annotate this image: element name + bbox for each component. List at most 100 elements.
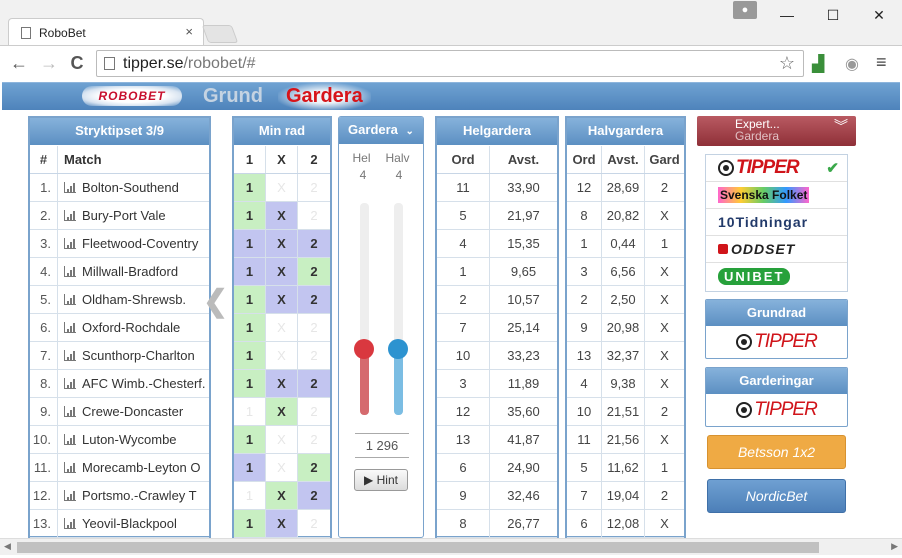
stats-chart-icon[interactable] bbox=[64, 182, 76, 193]
pick-cell[interactable]: 1 bbox=[234, 286, 266, 313]
pick-cell[interactable]: 2 bbox=[298, 510, 330, 537]
nordicbet-button[interactable]: NordicBet bbox=[707, 479, 846, 513]
bookmark-star-icon[interactable]: ☆ bbox=[779, 53, 795, 74]
pick-cell[interactable]: X bbox=[266, 314, 298, 341]
new-tab-button[interactable] bbox=[201, 25, 239, 43]
robobet-logo[interactable]: ROBOBET bbox=[82, 86, 182, 106]
pick-cell[interactable]: 1 bbox=[234, 482, 266, 509]
horizontal-scrollbar[interactable]: ◀ ▶ bbox=[0, 538, 902, 555]
expert-oddset[interactable]: ODDSET bbox=[706, 236, 847, 263]
stats-chart-icon[interactable] bbox=[64, 490, 76, 501]
match-cell[interactable]: AFC Wimb.-Chesterf. bbox=[58, 370, 209, 397]
close-button[interactable]: ✕ bbox=[856, 0, 902, 30]
match-cell[interactable]: Bolton-Southend bbox=[58, 174, 209, 201]
match-cell[interactable]: Morecamb-Leyton O bbox=[58, 454, 209, 481]
pick-cell[interactable]: 1 bbox=[234, 258, 266, 285]
pick-cell[interactable]: X bbox=[266, 286, 298, 313]
betsson-button[interactable]: Betsson 1x2 bbox=[707, 435, 846, 469]
stats-chart-icon[interactable] bbox=[64, 518, 76, 529]
pick-cell[interactable]: 1 bbox=[234, 342, 266, 369]
pick-cell[interactable]: 2 bbox=[298, 314, 330, 341]
pick-cell[interactable]: 2 bbox=[298, 342, 330, 369]
pick-cell[interactable]: 2 bbox=[298, 426, 330, 453]
match-cell[interactable]: Bury-Port Vale bbox=[58, 202, 209, 229]
menu-icon[interactable]: ≡ bbox=[876, 52, 887, 73]
pick-cell[interactable]: X bbox=[266, 482, 298, 509]
pick-cell[interactable]: 1 bbox=[234, 174, 266, 201]
address-bar[interactable]: tipper.se/robobet/# ☆ bbox=[96, 50, 804, 77]
nav-grund[interactable]: Grund bbox=[203, 85, 263, 108]
match-cell[interactable]: Fleetwood-Coventry bbox=[58, 230, 209, 257]
stats-chart-icon[interactable] bbox=[64, 350, 76, 361]
halv-slider-handle[interactable] bbox=[388, 339, 408, 359]
pick-cell[interactable]: X bbox=[266, 398, 298, 425]
expert-tipper[interactable]: TIPPER ✔ bbox=[706, 155, 847, 182]
expert-svenska-folket[interactable]: Svenska Folket bbox=[706, 182, 847, 209]
extension-circle-icon[interactable]: ◉ bbox=[845, 54, 859, 74]
match-cell[interactable]: Oxford-Rochdale bbox=[58, 314, 209, 341]
match-cell[interactable]: Millwall-Bradford bbox=[58, 258, 209, 285]
pick-cell[interactable]: 1 bbox=[234, 426, 266, 453]
pick-cell[interactable]: 2 bbox=[298, 454, 330, 481]
maximize-button[interactable]: ☐ bbox=[810, 0, 856, 30]
forward-icon[interactable]: → bbox=[38, 53, 60, 74]
minimize-button[interactable]: — bbox=[764, 0, 810, 30]
halv-slider[interactable] bbox=[388, 203, 408, 415]
stats-chart-icon[interactable] bbox=[64, 378, 76, 389]
match-cell[interactable]: Scunthorp-Charlton bbox=[58, 342, 209, 369]
stats-chart-icon[interactable] bbox=[64, 462, 76, 473]
nav-gardera[interactable]: Gardera bbox=[278, 83, 371, 111]
reload-icon[interactable]: C bbox=[66, 53, 88, 74]
stats-chart-icon[interactable] bbox=[64, 294, 76, 305]
grundrad-tipper[interactable]: TIPPER bbox=[706, 327, 847, 357]
stats-chart-icon[interactable] bbox=[64, 322, 76, 333]
pick-cell[interactable]: X bbox=[266, 370, 298, 397]
pick-cell[interactable]: 1 bbox=[234, 510, 266, 537]
hint-button[interactable]: ▶ Hint bbox=[354, 469, 408, 491]
match-cell[interactable]: Oldham-Shrewsb. bbox=[58, 286, 209, 313]
pick-cell[interactable]: X bbox=[266, 342, 298, 369]
pick-cell[interactable]: X bbox=[266, 510, 298, 537]
pick-cell[interactable]: 1 bbox=[234, 230, 266, 257]
match-cell[interactable]: Crewe-Doncaster bbox=[58, 398, 209, 425]
pick-cell[interactable]: 1 bbox=[234, 398, 266, 425]
hel-slider[interactable] bbox=[354, 203, 374, 415]
hel-slider-handle[interactable] bbox=[354, 339, 374, 359]
gardera-dropdown[interactable]: Gardera ⌄ bbox=[339, 117, 423, 145]
pick-cell[interactable]: X bbox=[266, 454, 298, 481]
back-icon[interactable]: ← bbox=[8, 53, 30, 74]
pick-cell[interactable]: 2 bbox=[298, 202, 330, 229]
extension-chart-icon[interactable]: ▟ bbox=[812, 54, 824, 74]
garderingar-tipper[interactable]: TIPPER bbox=[706, 395, 847, 425]
pick-cell[interactable]: 2 bbox=[298, 286, 330, 313]
pick-cell[interactable]: 2 bbox=[298, 370, 330, 397]
pick-cell[interactable]: 1 bbox=[234, 202, 266, 229]
browser-tab[interactable]: RoboBet × bbox=[8, 18, 204, 45]
pick-cell[interactable]: 1 bbox=[234, 454, 266, 481]
match-cell[interactable]: Portsmo.-Crawley T bbox=[58, 482, 209, 509]
tab-close-icon[interactable]: × bbox=[185, 24, 193, 39]
expert-10tidningar[interactable]: 10Tidningar bbox=[706, 209, 847, 236]
pick-cell[interactable]: X bbox=[266, 230, 298, 257]
stats-chart-icon[interactable] bbox=[64, 210, 76, 221]
expert-unibet[interactable]: UNIBET bbox=[706, 263, 847, 290]
pick-cell[interactable]: X bbox=[266, 258, 298, 285]
pick-cell[interactable]: 2 bbox=[298, 230, 330, 257]
pick-cell[interactable]: 2 bbox=[298, 174, 330, 201]
stats-chart-icon[interactable] bbox=[64, 238, 76, 249]
stats-chart-icon[interactable] bbox=[64, 434, 76, 445]
scroll-left-icon[interactable]: ◀ bbox=[4, 541, 11, 552]
pick-cell[interactable]: 1 bbox=[234, 370, 266, 397]
match-cell[interactable]: Luton-Wycombe bbox=[58, 426, 209, 453]
chevron-left-icon[interactable]: ❮ bbox=[203, 284, 228, 319]
stats-chart-icon[interactable] bbox=[64, 266, 76, 277]
stats-chart-icon[interactable] bbox=[64, 406, 76, 417]
pick-cell[interactable]: X bbox=[266, 174, 298, 201]
scroll-right-icon[interactable]: ▶ bbox=[891, 541, 898, 552]
profile-icon[interactable]: ● bbox=[733, 1, 757, 19]
expert-dropdown[interactable]: Expert... Gardera ︾ bbox=[697, 116, 856, 146]
match-cell[interactable]: Yeovil-Blackpool bbox=[58, 510, 209, 537]
scrollbar-thumb[interactable] bbox=[17, 542, 819, 553]
pick-cell[interactable]: 2 bbox=[298, 398, 330, 425]
pick-cell[interactable]: 2 bbox=[298, 482, 330, 509]
